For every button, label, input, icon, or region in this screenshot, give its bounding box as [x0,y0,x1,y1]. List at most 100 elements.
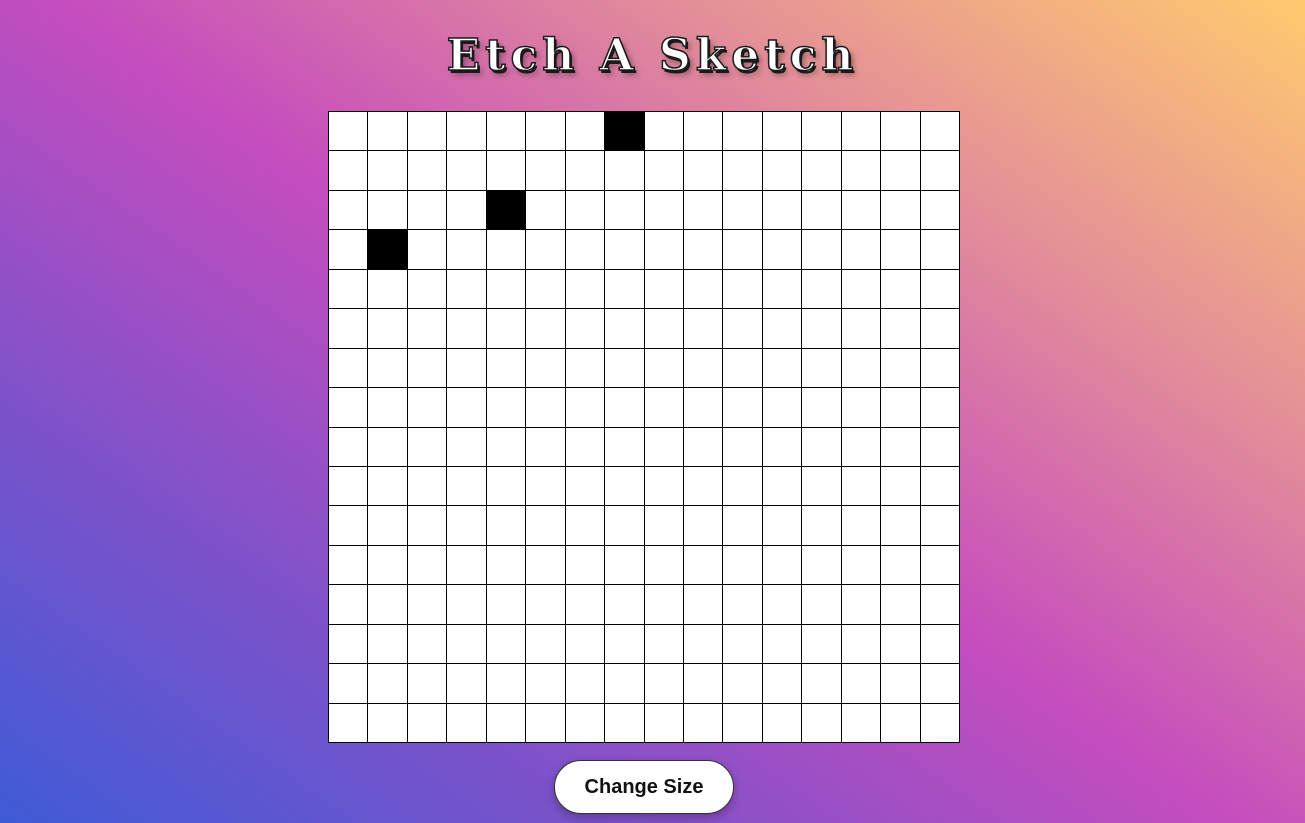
grid-cell[interactable] [644,269,684,310]
grid-cell[interactable] [565,585,606,625]
grid-cell[interactable] [329,703,369,743]
grid-cell[interactable] [368,151,408,191]
grid-cell[interactable] [407,309,448,349]
grid-cell[interactable] [605,230,645,270]
grid-cell[interactable] [447,348,487,389]
grid-cell[interactable] [565,703,606,743]
grid-cell[interactable] [526,703,566,743]
grid-cell[interactable] [486,466,527,507]
grid-cell[interactable] [881,624,921,665]
grid-cell[interactable] [486,388,527,428]
grid-cell[interactable] [644,624,684,665]
grid-cell[interactable] [683,269,724,310]
grid-cell[interactable] [368,466,408,507]
grid-cell[interactable] [329,664,369,704]
grid-cell[interactable] [368,388,408,428]
grid-cell[interactable] [644,230,684,270]
grid-cell[interactable] [762,230,803,270]
grid-cell[interactable] [683,230,724,270]
grid-cell[interactable] [486,309,527,349]
grid-cell[interactable] [605,388,645,428]
grid-cell[interactable] [644,151,684,191]
grid-cell[interactable] [565,427,606,467]
grid-cell[interactable] [447,112,487,152]
grid-cell[interactable] [447,269,487,310]
grid-cell[interactable] [762,624,803,665]
grid-cell[interactable] [881,230,921,270]
grid-cell[interactable] [407,703,448,743]
grid-cell[interactable] [683,151,724,191]
grid-cell[interactable] [526,151,566,191]
grid-cell[interactable] [526,348,566,389]
grid-cell[interactable] [920,190,960,231]
grid-cell[interactable] [920,506,960,546]
grid-cell[interactable] [407,427,448,467]
grid-cell[interactable] [881,388,921,428]
grid-cell[interactable] [683,703,724,743]
grid-cell[interactable] [368,585,408,625]
grid-cell[interactable] [881,190,921,231]
grid-cell[interactable] [841,151,882,191]
grid-cell[interactable] [723,624,763,665]
grid-cell[interactable] [802,112,842,152]
grid-cell[interactable] [881,585,921,625]
grid-cell[interactable] [565,388,606,428]
grid-cell[interactable] [368,269,408,310]
grid-cell[interactable] [486,585,527,625]
grid-cell[interactable] [565,230,606,270]
grid-cell[interactable] [841,506,882,546]
grid-cell[interactable] [368,230,408,270]
grid-cell[interactable] [920,545,960,586]
grid-cell[interactable] [683,388,724,428]
grid-cell[interactable] [920,151,960,191]
grid-cell[interactable] [762,545,803,586]
grid-cell[interactable] [802,585,842,625]
grid-cell[interactable] [683,309,724,349]
grid-cell[interactable] [329,585,369,625]
grid-cell[interactable] [565,545,606,586]
grid-cell[interactable] [486,624,527,665]
grid-cell[interactable] [605,703,645,743]
grid-cell[interactable] [881,112,921,152]
grid-cell[interactable] [762,348,803,389]
grid-cell[interactable] [841,348,882,389]
grid-cell[interactable] [920,309,960,349]
grid-cell[interactable] [723,664,763,704]
grid-cell[interactable] [486,664,527,704]
grid-cell[interactable] [723,388,763,428]
grid-cell[interactable] [723,269,763,310]
grid-cell[interactable] [329,309,369,349]
grid-cell[interactable] [802,151,842,191]
grid-cell[interactable] [329,427,369,467]
grid-cell[interactable] [683,585,724,625]
grid-cell[interactable] [486,348,527,389]
grid-cell[interactable] [526,506,566,546]
sketch-grid[interactable] [328,111,960,743]
grid-cell[interactable] [329,545,369,586]
grid-cell[interactable] [841,466,882,507]
grid-cell[interactable] [329,112,369,152]
grid-cell[interactable] [486,427,527,467]
grid-cell[interactable] [486,190,527,231]
grid-cell[interactable] [683,112,724,152]
grid-cell[interactable] [407,585,448,625]
grid-cell[interactable] [723,545,763,586]
grid-cell[interactable] [762,190,803,231]
grid-cell[interactable] [723,151,763,191]
grid-cell[interactable] [605,624,645,665]
grid-cell[interactable] [407,269,448,310]
grid-cell[interactable] [526,427,566,467]
grid-cell[interactable] [762,703,803,743]
grid-cell[interactable] [368,545,408,586]
grid-cell[interactable] [683,624,724,665]
grid-cell[interactable] [407,151,448,191]
grid-cell[interactable] [683,545,724,586]
grid-cell[interactable] [526,269,566,310]
grid-cell[interactable] [723,506,763,546]
grid-cell[interactable] [644,545,684,586]
grid-cell[interactable] [447,664,487,704]
grid-cell[interactable] [881,703,921,743]
grid-cell[interactable] [802,230,842,270]
grid-cell[interactable] [605,506,645,546]
grid-cell[interactable] [368,112,408,152]
